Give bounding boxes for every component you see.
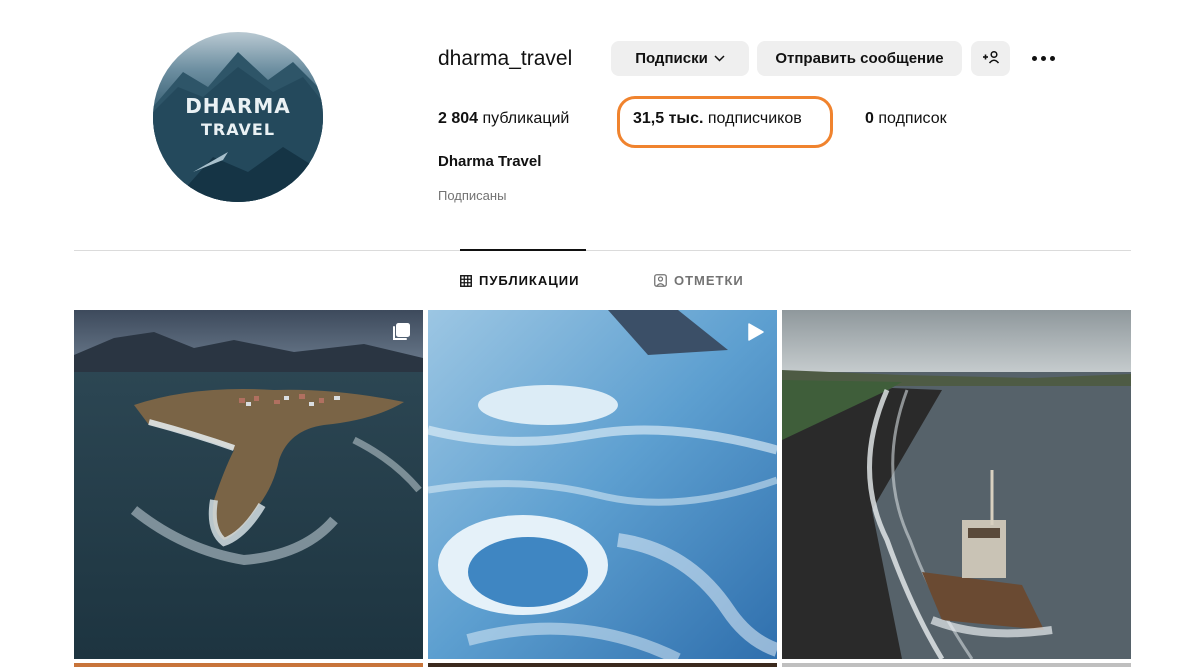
following-button[interactable]: Подписки — [611, 41, 749, 76]
following-button-label: Подписки — [635, 50, 708, 67]
posts-count: 2 804 — [438, 110, 479, 127]
followers-count-stat[interactable]: 31,5 тыс. подписчиков — [633, 110, 802, 128]
tab-posts[interactable]: ПУБЛИКАЦИИ — [460, 273, 579, 288]
post-tile[interactable] — [428, 310, 777, 659]
send-message-label: Отправить сообщение — [775, 50, 944, 67]
add-user-icon — [982, 50, 1000, 67]
following-label: подписок — [878, 110, 947, 127]
tab-tagged[interactable]: ОТМЕТКИ — [654, 273, 744, 288]
followers-label: подписчиков — [707, 110, 802, 127]
tab-tagged-label: ОТМЕТКИ — [674, 273, 744, 288]
following-count-stat[interactable]: 0 подписок — [865, 110, 947, 128]
post-tile[interactable] — [74, 310, 423, 659]
grid-icon — [460, 274, 472, 287]
profile-username: dharma_travel — [438, 47, 573, 70]
following-count: 0 — [865, 110, 874, 127]
send-message-button[interactable]: Отправить сообщение — [757, 41, 962, 76]
avatar-brand-line1: DHARMA — [185, 94, 291, 118]
post-image-shipwreck-beach — [782, 310, 1131, 659]
tab-posts-label: ПУБЛИКАЦИИ — [479, 273, 580, 288]
post-tile-next-row[interactable] — [74, 663, 423, 667]
carousel-icon — [391, 322, 411, 347]
post-tile-next-row[interactable] — [428, 663, 777, 667]
tabs-divider — [74, 250, 1131, 251]
tagged-icon — [654, 274, 667, 287]
more-options-button[interactable] — [1027, 46, 1059, 70]
avatar-brand-line2: TRAVEL — [200, 120, 276, 139]
reel-play-icon — [745, 322, 765, 347]
post-image-snow-volcano — [428, 310, 777, 659]
followers-count: 31,5 тыс. — [633, 110, 704, 127]
post-tile-next-row[interactable] — [782, 663, 1131, 667]
posts-count-stat: 2 804 публикаций — [438, 110, 569, 128]
active-tab-indicator — [460, 249, 586, 251]
add-user-button[interactable] — [971, 41, 1010, 76]
post-image-coastal-town — [74, 310, 423, 659]
profile-full-name: Dharma Travel — [438, 153, 542, 170]
profile-avatar[interactable]: DHARMA TRAVEL — [153, 32, 323, 202]
posts-label: публикаций — [482, 110, 570, 127]
chevron-down-icon — [714, 53, 725, 65]
more-options-icon — [1030, 55, 1057, 61]
post-tile[interactable] — [782, 310, 1131, 659]
mutual-followers-text[interactable]: Подписаны — [438, 188, 506, 203]
